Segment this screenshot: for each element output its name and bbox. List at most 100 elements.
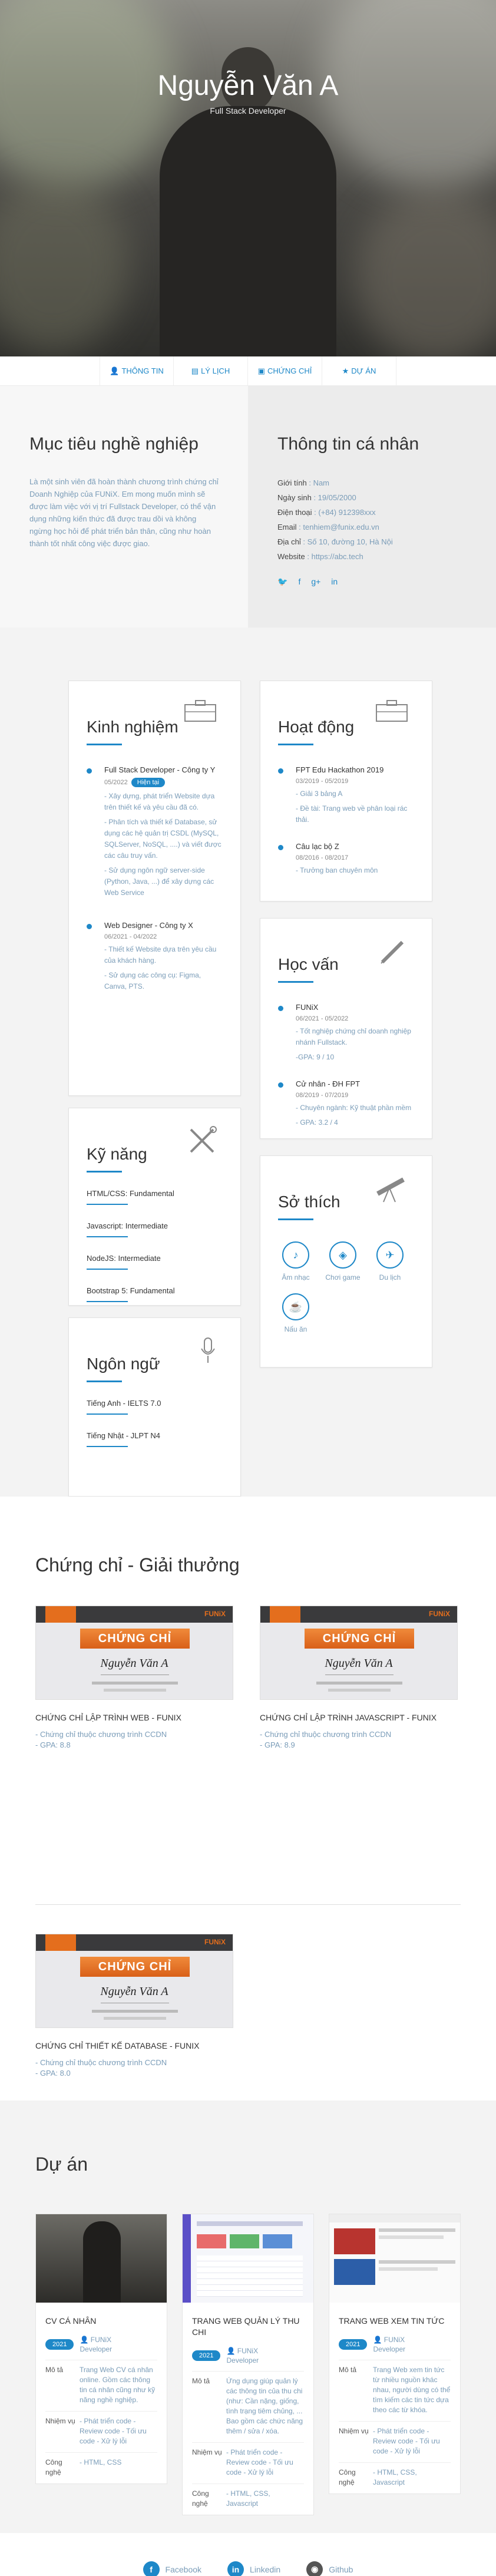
language-item: Tiếng Anh - IELTS 7.0 — [87, 1399, 223, 1415]
info-address: Địa chỉ : Số 10, đường 10, Hà Nội — [277, 537, 393, 546]
hobby-list: ♪ Âm nhạc ◈ Chơi game ✈ Du lịch ☕ Nấu ăn — [278, 1241, 419, 1333]
project-screenshot — [183, 2214, 313, 2303]
education-item: FUNiX 06/2021 - 05/2022 - Tốt nghiệp chứ… — [278, 1003, 414, 1063]
skill-item: HTML/CSS: Fundamental — [87, 1189, 223, 1205]
education-item: Cử nhân - ĐH FPT 08/2019 - 07/2019 - Chu… — [278, 1079, 414, 1128]
current-badge: Hiện tại — [131, 778, 166, 787]
experience-item: Full Stack Developer - Công ty Y 05/2022… — [87, 765, 223, 899]
project-card[interactable]: TRANG WEB XEM TIN TỨC 2021 👤 FUNiX Develo… — [329, 2214, 461, 2494]
footer-facebook-link[interactable]: f Facebook — [143, 2561, 201, 2576]
footer-linkedin-link[interactable]: in Linkedin — [227, 2561, 280, 2576]
certificate-icon: ▣ — [257, 366, 265, 375]
nav-item-projects[interactable]: ★ DỰ ÁN — [322, 356, 396, 385]
user-icon: 👤 — [110, 366, 120, 375]
social-links: 🐦 f g+ in — [277, 577, 467, 587]
hero-banner: Nguyễn Văn A Full Stack Developer — [0, 0, 496, 356]
certificate-title: CHỨNG CHỈ THIẾT KẾ DATABASE - FUNIX — [35, 2041, 200, 2050]
certificate-card[interactable]: FUNiX CHỨNG CHỈ Nguyễn Văn A CHỨNG CHỈ L… — [35, 1606, 233, 1751]
twitter-icon[interactable]: 🐦 — [277, 577, 287, 587]
nav-item-resume[interactable]: ▤ LÝ LỊCH — [174, 356, 248, 385]
info-gender: Giới tính : Nam — [277, 478, 330, 487]
skill-item: Javascript: Intermediate — [87, 1221, 223, 1237]
resume-cards: Kinh nghiệm Full Stack Developer - Công … — [0, 628, 496, 1497]
hobby-game: ◈ Chơi game — [325, 1241, 361, 1282]
personal-info-title: Thông tin cá nhân — [277, 434, 419, 454]
footer-github-link[interactable]: ◉ Github — [306, 2561, 353, 2576]
objective-text: Là một sinh viên đã hoàn thành chương tr… — [29, 477, 219, 548]
certificate-card[interactable]: FUNiX CHỨNG CHỈ Nguyễn Văn A CHỨNG CHỈ T… — [35, 1934, 233, 2079]
personal-info-panel: Thông tin cá nhân Giới tính : Nam Ngày s… — [248, 386, 496, 628]
projects-title: Dự án — [35, 2154, 88, 2175]
objective-panel: Mục tiêu nghề nghiệp Là một sinh viên đã… — [0, 386, 248, 628]
hero-name: Nguyễn Văn A — [157, 70, 339, 101]
certificate-card[interactable]: FUNiX CHỨNG CHỈ Nguyễn Văn A CHỨNG CHỈ L… — [260, 1606, 458, 1751]
cooking-icon: ☕ — [282, 1293, 309, 1320]
game-icon: ◈ — [329, 1241, 356, 1269]
languages-card: Ngôn ngữ Tiếng Anh - IELTS 7.0 Tiếng Nhậ… — [68, 1317, 241, 1497]
user-icon: 👤 — [226, 2347, 237, 2355]
skill-item: NodeJS: Intermediate — [87, 1254, 223, 1270]
experience-item: Web Designer - Công ty X 06/2021 - 04/20… — [87, 921, 223, 992]
language-item: Tiếng Nhật - JLPT N4 — [87, 1431, 223, 1447]
project-year-badge: 2021 — [192, 2350, 221, 2361]
education-card: Học vấn FUNiX 06/2021 - 05/2022 - Tốt ng… — [260, 918, 432, 1139]
telescope-icon — [373, 1174, 408, 1206]
objective-title: Mục tiêu nghề nghiệp — [29, 434, 199, 454]
tools-icon — [187, 1126, 217, 1158]
file-icon: ▤ — [191, 366, 199, 375]
certificate-image: FUNiX CHỨNG CHỈ Nguyễn Văn A — [35, 1606, 233, 1700]
google-plus-icon[interactable]: g+ — [311, 577, 320, 587]
pencil-icon — [379, 936, 408, 969]
project-title: CV CÁ NHÂN — [45, 2316, 97, 2326]
facebook-icon[interactable]: f — [298, 577, 300, 587]
hobbies-card: Sở thích ♪ Âm nhạc ◈ Chơi game ✈ Du lịch ☕ N… — [260, 1155, 432, 1368]
activity-item: Câu lạc bộ Z 08/2016 - 08/2017 - Trưởng … — [278, 842, 414, 876]
project-card[interactable]: CV CÁ NHÂN 2021 👤 FUNiX Developer Mô tả Tr… — [35, 2214, 167, 2484]
info-birthday: Ngày sinh : 19/05/2000 — [277, 493, 356, 502]
certificate-title: CHỨNG CHỈ LẬP TRÌNH WEB - FUNIX — [35, 1713, 181, 1722]
project-title: TRANG WEB QUẢN LÝ THU CHI — [192, 2316, 300, 2337]
project-year-badge: 2021 — [45, 2339, 74, 2350]
microphone-icon — [199, 1336, 217, 1368]
experience-card: Kinh nghiệm Full Stack Developer - Công … — [68, 681, 241, 1096]
project-card[interactable]: TRANG WEB QUẢN LÝ THU CHI 2021 👤 FUNiX De… — [182, 2214, 314, 2515]
hero-subtitle: Full Stack Developer — [210, 106, 286, 115]
section-divider — [35, 1904, 461, 1905]
nav-item-info[interactable]: 👤 THÔNG TIN — [100, 356, 174, 385]
project-screenshot — [329, 2214, 460, 2303]
certificate-image: FUNiX CHỨNG CHỈ Nguyễn Văn A — [260, 1606, 458, 1700]
certificates-section: Chứng chỉ - Giải thưởng FUNiX CHỨNG CHỈ … — [0, 1497, 496, 2101]
user-icon: 👤 — [373, 2336, 384, 2344]
briefcase-icon — [184, 699, 217, 725]
skill-item: Bootstrap 5: Fundamental — [87, 1286, 223, 1302]
user-icon: 👤 — [80, 2336, 91, 2344]
project-title: TRANG WEB XEM TIN TỨC — [339, 2316, 445, 2326]
certificates-title: Chứng chỉ - Giải thưởng — [35, 1554, 240, 1576]
travel-icon: ✈ — [376, 1241, 404, 1269]
github-icon: ◉ — [306, 2561, 323, 2576]
footer: f Facebook in Linkedin ◉ Github — [0, 2533, 496, 2576]
intro-section: Mục tiêu nghề nghiệp Là một sinh viên đã… — [0, 386, 496, 628]
skills-card: Kỹ năng HTML/CSS: Fundamental Javascript… — [68, 1108, 241, 1306]
projects-section: Dự án CV CÁ NHÂN 2021 👤 FUNiX Developer M… — [0, 2101, 496, 2533]
info-phone: Điện thoại : (+84) 912398xxx — [277, 508, 376, 517]
facebook-icon: f — [143, 2561, 160, 2576]
project-year-badge: 2021 — [339, 2339, 368, 2350]
info-website: Website : https://abc.tech — [277, 552, 363, 561]
top-nav: 👤 THÔNG TIN ▤ LÝ LỊCH ▣ CHỨNG CHỈ ★ DỰ ÁN — [0, 356, 496, 386]
project-screenshot — [36, 2214, 167, 2303]
linkedin-icon[interactable]: in — [331, 577, 338, 587]
nav-item-certificates[interactable]: ▣ CHỨNG CHỈ — [248, 356, 322, 385]
hobby-travel: ✈ Du lịch — [372, 1241, 408, 1282]
certificate-title: CHỨNG CHỈ LẬP TRÌNH JAVASCRIPT - FUNIX — [260, 1713, 437, 1722]
hobby-cooking: ☕ Nấu ăn — [278, 1293, 313, 1333]
info-email: Email : tenhiem@funix.edu.vn — [277, 523, 379, 531]
hobby-music: ♪ Âm nhạc — [278, 1241, 313, 1282]
certificate-image: FUNiX CHỨNG CHỈ Nguyễn Văn A — [35, 1934, 233, 2028]
briefcase-icon — [375, 699, 408, 725]
star-icon: ★ — [342, 366, 349, 375]
linkedin-icon: in — [227, 2561, 244, 2576]
activity-item: FPT Edu Hackathon 2019 03/2019 - 05/2019… — [278, 765, 414, 825]
music-icon: ♪ — [282, 1241, 309, 1269]
activities-card: Hoạt động FPT Edu Hackathon 2019 03/2019… — [260, 681, 432, 901]
